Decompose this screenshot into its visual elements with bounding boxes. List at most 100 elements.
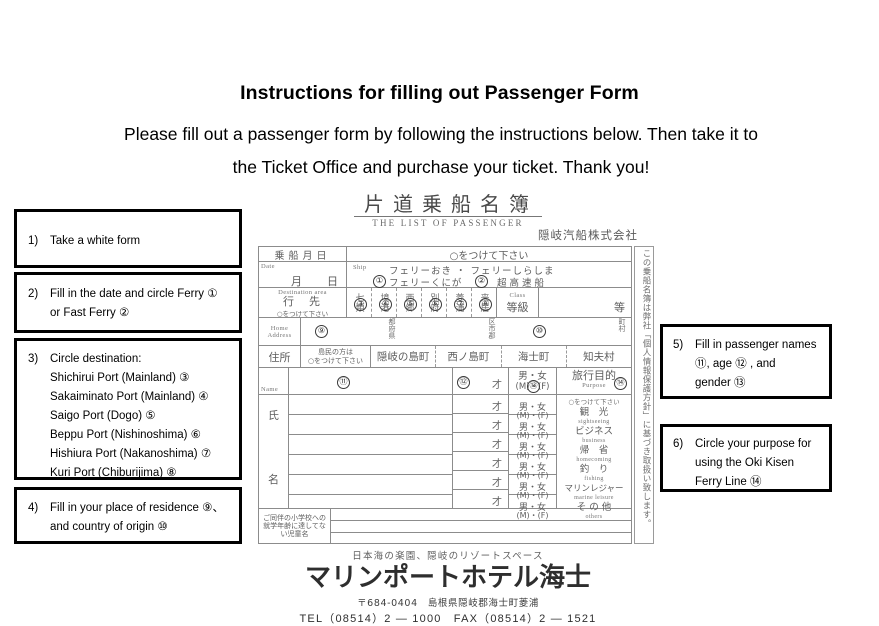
age-row: 才 [453,452,508,471]
marker-7: ⑦ [454,298,467,311]
instruction-number: 4) [28,502,39,514]
purpose-homecoming: 帰 省 homecoming [557,446,631,464]
form-row-child-note: ご同伴の小学校への就学年齢に達してない児童名 [259,509,631,543]
address-label: Home Address [259,318,301,345]
destination-label-jp: 行 先 [283,295,322,308]
instruction-box-1: 1) Take a white form [14,209,242,268]
purpose-jp: ビジネス [574,426,613,437]
address-label-en: Home Address [267,324,292,339]
instruction-line: ⑪, age ⑫ , and [695,358,776,370]
marker-6: ⑥ [429,298,442,311]
ship-option-2a: フェリーくにが [389,278,463,289]
form-row-ship: Date 月 日 Ship フェリーおき ・ フェリーしらしま ① フェリーくに… [259,262,631,289]
name-row [289,475,452,495]
age-unit: 才 [492,440,502,451]
ship-option-2b: 超高速船 [497,278,548,289]
name-field-header: ⑪ [289,368,453,394]
page-title: Instructions for filling out Passenger F… [240,82,639,104]
destination-label: Destination area 行 先 ○をつけて下さい [259,288,347,318]
class-unit: 等 [614,301,625,314]
town-okinoshima: 隠岐の島町 [371,346,437,367]
marker-10: ⑩ [533,325,546,338]
purpose-en: marine leisure [574,495,614,501]
destination-option: Hishiura Port (Nakanoshima) ⑦ [50,448,212,460]
form-row-address: Home Address ⑨ 都府県 区市郡 ⑩ 町村 [259,318,631,346]
purpose-en: sightseeing [578,419,610,425]
address-label-jp-cell: 住所 [259,346,301,367]
purpose-jp: 帰 省 [579,445,609,456]
purpose-options: ○をつけて下さい 観 光 sightseeing ビジネス business 帰 省… [557,395,631,520]
name-row [289,395,452,415]
name-label-cell: Name [259,368,289,394]
destination-option: Shichirui Port (Mainland) ③ [50,372,190,384]
port-cell-hishiura: 菱浦 ⑦ [447,288,472,317]
age-unit: 才 [492,478,502,489]
age-entry-column: 才 才 才 才 才 才 [453,395,509,508]
purpose-jp: マリンレジャー [564,484,624,494]
address-city: 区市郡 [488,318,496,339]
name-entry-column [289,395,453,508]
address-town: 町村 [618,318,626,332]
class-label-en: Class [509,292,526,299]
marker-13: ⑬ [527,380,540,393]
age-unit: 才 [492,459,502,470]
islander-note: 島民の方は ○をつけて下さい [301,346,371,367]
instruction-number: 6) [673,438,684,450]
form-row-passenger-header: Name ⑪ ⑫ 才 男・女 (M)・(F) ⑬ 旅行目的 Purpose ⑭ [259,368,631,395]
date-label-en: Date [261,263,275,270]
name-label-en: Name [261,386,279,393]
age-field-header: ⑫ 才 [453,368,509,394]
form-row-destination: Destination area 行 先 ○をつけて下さい 七類 ③ 境港 ④ … [259,288,631,318]
destination-note: ○をつけて下さい [276,310,329,318]
instruction-number: 3) [28,353,39,365]
child-note-cell: ご同伴の小学校への就学年齢に達してない児童名 [259,509,331,543]
hotel-address: 〒684-0404 島根県隠岐郡海士町菱浦 [357,598,539,609]
child-row [331,533,631,543]
ship-label-en: Ship [353,264,367,271]
port-cell-shichirui: 七類 ③ [347,288,372,317]
destination-option: Saigo Port (Dogo) ⑤ [50,410,156,422]
instruction-number: 5) [673,339,684,351]
purpose-en: homecoming [576,457,612,463]
child-note: ご同伴の小学校への就学年齢に達してない児童名 [263,514,326,538]
instruction-line: or Fast Ferry ② [50,307,130,319]
gender-field-header: 男・女 (M)・(F) ⑬ [509,368,557,394]
date-day: 日 [327,275,338,288]
marker-14: ⑭ [614,377,627,390]
town-ama: 海士町 [502,346,567,367]
marker-12: ⑫ [457,376,470,389]
name-row [289,435,452,455]
hotel-advertisement: 日本海の楽園、隠岐のリゾートスペース マリンポートホテル海士 〒684-0404… [246,548,650,626]
ship-options: Ship フェリーおき ・ フェリーしらしま ① フェリーくにが ② 超高速船 [347,262,631,289]
purpose-en: fishing [584,476,604,482]
purpose-field-header: 旅行目的 Purpose ⑭ [557,368,631,394]
class-label-jp: 等級 [506,301,529,314]
child-row [331,509,631,521]
instruction-box-4: 4) Fill in your place of residence ⑨、 an… [14,487,242,544]
instruction-box-2: 2) Fill in the date and circle Ferry ① o… [14,272,242,333]
age-row: 才 [453,490,508,509]
instruction-box-6: 6) Circle your purpose for using the Oki… [660,424,832,492]
port-cell-sakaiminato: 境港 ④ [372,288,397,317]
marker-5: ⑤ [404,298,417,311]
form-grid: 乗船月日 ○をつけて下さい Date 月 日 Ship フェリーおき ・ フェリ… [258,246,632,544]
purpose-note: ○をつけて下さい [568,398,620,406]
name-row [289,415,452,435]
instruction-line: Circle your purpose for [695,438,812,450]
date-field: Date 月 日 [259,262,347,288]
date-label-jp: 乗船月日 [259,247,347,262]
marker-3: ③ [354,298,367,311]
privacy-notice: この乗船名簿は弊社「個人情報保護方針」に基づき取扱い致します。 [634,246,654,544]
address-field: ⑨ 都府県 区市郡 ⑩ 町村 [301,318,631,345]
instruction-line: Fill in the date and circle Ferry ① [50,288,218,300]
instruction-line: using the Oki Kisen [695,457,795,469]
destination-option: Kuri Port (Chiburijima) ⑧ [50,467,177,479]
instruction-line: Circle destination: [50,353,142,365]
name-label-shi: 氏 [268,409,279,422]
hotel-name: マリンポートホテル海士 [304,563,591,593]
instruction-number: 2) [28,288,39,300]
age-row: 才 [453,433,508,452]
name-label-mei: 名 [268,473,279,486]
instruction-number: 1) [28,235,39,247]
instruction-line: Ferry Line ⑭ [695,476,762,488]
